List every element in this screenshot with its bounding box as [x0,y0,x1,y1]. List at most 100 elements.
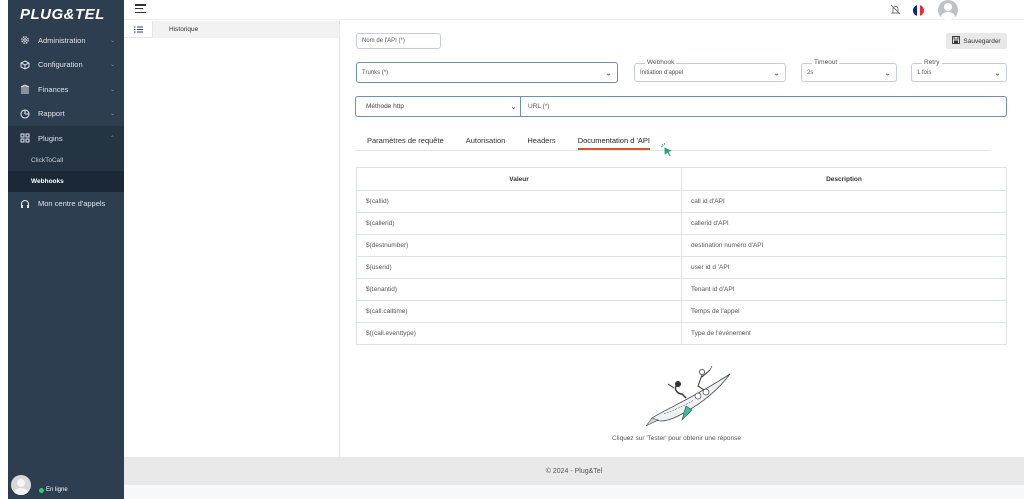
chevron-down-icon: ⌄ [109,111,115,118]
plugins-submenu: ClickToCall Webhooks [8,150,124,192]
sidebar-item-label: Mon centre d'appels [38,199,106,209]
pie-chart-icon [19,108,30,119]
sidebar: PLUG&TEL Administration ⌄ Configuration … [8,0,124,499]
sidebar-item-administration[interactable]: Administration ⌄ [8,28,124,53]
tab-authorization[interactable]: Autorisation [466,131,506,150]
app-logo: PLUG&TEL [20,5,105,23]
sidebar-item-finances[interactable]: Finances ⌄ [8,77,124,102]
top-bar [124,0,1024,20]
chevron-down-icon: ⌄ [109,62,115,69]
save-button[interactable]: Sauvegarder [946,33,1007,49]
table-row: $((call.eventtype) Type de l'événement [356,322,1007,345]
pointer-cursor-icon [661,143,674,158]
webhook-value: Initiation d'appel [640,69,684,76]
retry-value: 1 fois [917,69,932,76]
variable-cell: $(call.calltime) [356,300,682,323]
chevron-down-icon: ⌄ [773,68,780,77]
trunks-placeholder: Trunks (*) [362,69,389,76]
status-indicator: En ligne [39,487,68,493]
menu-toggle-icon[interactable] [135,4,146,13]
variable-cell: $(tenantid) [356,278,682,301]
bell-off-icon[interactable] [890,4,901,17]
description-cell: destination numéro d'API [681,234,1007,257]
timeout-value: 2s [807,69,814,76]
table-row: $(call.calltime) Temps de l'appel [356,300,1007,323]
sidebar-item-label: Rapport [38,109,65,119]
variable-cell: $(callid) [356,190,682,213]
table-row: $(destnumber) destination numéro d'API [356,234,1007,257]
chevron-down-icon: ⌄ [994,68,1001,77]
status-text: En ligne [46,487,68,493]
tab-headers[interactable]: Headers [527,131,555,150]
test-hint-text: Cliquez sur 'Tester' pour obtenir une ré… [612,435,741,442]
save-label: Sauvegarder [963,37,1001,45]
gear-icon [19,35,30,46]
api-variables-table: Valeur Description $(callid) call id d'A… [356,167,1007,345]
tab-query-params[interactable]: Paramètres de requête [367,131,444,150]
table-row: $(callid) call id d'API [356,190,1007,213]
chevron-up-icon: ⌃ [109,135,115,142]
timeout-select[interactable]: Timeout 2s ⌄ [801,59,897,82]
table-row: $(tenantid) Tenant id d'API [356,278,1007,301]
url-input[interactable]: URL (*) [521,97,1006,116]
bottom-strip [124,485,1024,499]
variable-cell: $(callerid) [356,212,682,235]
trunks-select[interactable]: Trunks (*) ⌄ [356,62,618,83]
tab-historique[interactable]: Historique [152,20,339,38]
sidebar-item-plugins[interactable]: Plugins ⌃ [8,126,124,151]
sidebar-item-label: Configuration [38,60,83,70]
top-bar-actions [890,0,958,20]
description-cell: user id d 'API [681,256,1007,279]
description-cell: callerid d'API [681,212,1007,235]
table-row: $(userid) user id d 'API [356,256,1007,279]
variable-cell: $((call.eventtype) [356,322,682,345]
footer: © 2024 - Plug&Tel [124,457,1024,485]
api-name-input[interactable]: Nom de l'API (*) [356,33,441,49]
rocket-illustration [645,365,731,427]
french-flag-icon[interactable] [913,4,924,16]
variable-cell: $(userid) [356,256,682,279]
http-method-select[interactable]: Méthode http ⌄ [356,97,521,116]
grid-icon [19,133,30,144]
list-panel: Historique [124,20,340,457]
webhook-legend: Webhook [645,59,677,66]
sidebar-item-label: Administration [38,35,86,45]
request-line: Méthode http ⌄ URL (*) [355,96,1007,117]
sidebar-subitem-webhooks[interactable]: Webhooks [8,171,124,192]
sidebar-item-call-center[interactable]: Mon centre d'appels [8,192,124,217]
retry-legend: Retry [922,59,942,66]
list-icon[interactable] [124,25,152,33]
http-method-label: Méthode http [366,103,404,110]
headset-icon [19,198,30,209]
avatar[interactable] [11,475,31,495]
cube-icon [19,59,30,70]
webhook-select[interactable]: Webhook Initiation d'appel ⌄ [634,59,786,82]
sidebar-item-rapport[interactable]: Rapport ⌄ [8,102,124,127]
sidebar-footer: En ligne [8,471,124,499]
bank-icon [19,84,30,95]
list-header: Historique [124,20,339,38]
tab-api-documentation[interactable]: Documentation d 'API [577,131,650,150]
table-header-row: Valeur Description [356,167,1007,191]
sidebar-subitem-clicktocall[interactable]: ClickToCall [8,151,124,172]
chevron-down-icon: ⌄ [510,102,517,111]
description-cell: Temps de l'appel [681,300,1007,323]
variable-cell: $(destnumber) [356,234,682,257]
chevron-down-icon: ⌄ [109,86,115,93]
sidebar-item-label: Finances [38,84,69,94]
user-avatar[interactable] [938,0,958,20]
column-header-description: Description [681,167,1007,191]
table-row: $(callerid) callerid d'API [356,212,1007,235]
chevron-down-icon: ⌄ [884,68,891,77]
column-header-valeur: Valeur [356,167,682,191]
sidebar-item-label: Plugins [38,133,63,143]
chevron-down-icon: ⌄ [605,68,612,77]
description-cell: Tenant id d'API [681,278,1007,301]
sidebar-item-configuration[interactable]: Configuration ⌄ [8,53,124,78]
save-icon [952,36,961,46]
description-cell: Type de l'événement [681,322,1007,345]
chevron-down-icon: ⌄ [109,37,115,44]
retry-select[interactable]: Retry 1 fois ⌄ [911,59,1007,82]
timeout-legend: Timeout [812,59,840,66]
description-cell: call id d'API [681,190,1007,213]
